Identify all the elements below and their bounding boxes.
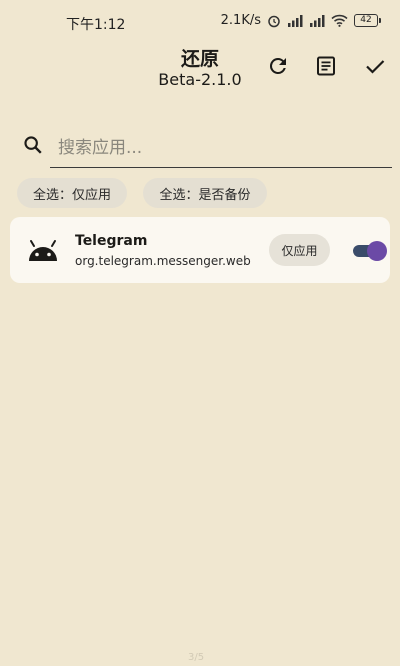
wifi-icon — [331, 14, 348, 27]
app-package-name: org.telegram.messenger.web — [75, 254, 251, 268]
search-input[interactable] — [50, 128, 392, 168]
restore-screen: 下午1:12 2.1K/s 42 还原 Beta-2.1.0 搜索应用... 全… — [0, 0, 400, 666]
confirm-button[interactable] — [361, 52, 389, 80]
app-list-item[interactable]: Telegram org.telegram.messenger.web 仅应用 — [10, 217, 390, 283]
status-time: 下午1:12 — [66, 17, 126, 33]
app-only-button[interactable]: 仅应用 — [269, 234, 330, 266]
backup-toggle[interactable] — [353, 240, 387, 261]
page-indicator: 3/5 — [188, 652, 205, 663]
hd-signal-icon — [288, 15, 303, 27]
document-icon — [317, 56, 335, 76]
status-bar: 下午1:12 2.1K/s 42 — [0, 0, 400, 44]
version-subtitle: Beta-2.1.0 — [158, 70, 242, 89]
search-icon — [24, 136, 42, 154]
refresh-button[interactable] — [264, 52, 292, 80]
app-name: Telegram — [75, 233, 148, 249]
refresh-icon — [269, 57, 286, 74]
network-speed: 2.1K/s — [220, 13, 261, 28]
check-icon — [366, 60, 385, 74]
alarm-icon — [268, 15, 280, 27]
toggle-thumb — [367, 241, 387, 261]
android-icon — [29, 240, 57, 261]
select-all-backup-chip[interactable]: 全选：是否备份 — [143, 178, 267, 208]
signal-icon — [310, 15, 325, 27]
select-all-app-only-chip[interactable]: 全选：仅应用 — [17, 178, 127, 208]
log-button[interactable] — [312, 52, 340, 80]
battery-icon: 42 — [354, 14, 381, 27]
status-indicators: 2.1K/s 42 — [220, 13, 381, 28]
page-title: 还原 — [180, 48, 219, 70]
